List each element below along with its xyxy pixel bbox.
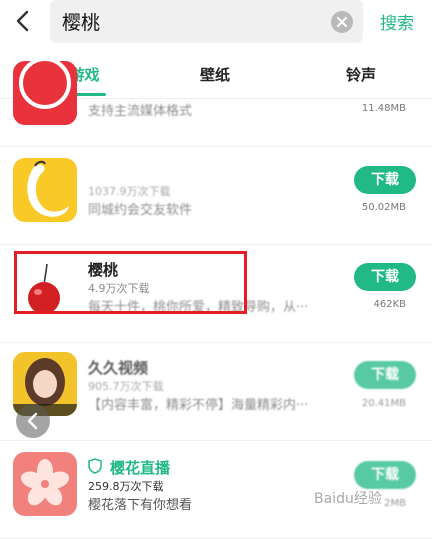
download-button[interactable]: 下载	[354, 263, 416, 291]
app-description: 【内容丰富，精彩不停】海量精彩内···	[88, 398, 309, 413]
app-downloads: 259.8万次下载	[88, 480, 164, 493]
back-arrow-icon[interactable]	[8, 6, 38, 36]
app-icon-media-player	[13, 61, 77, 125]
app-size: 20.41MB	[361, 398, 406, 409]
app-downloads: 1037.9万次下载	[88, 185, 171, 198]
search-button[interactable]: 搜索	[380, 9, 414, 34]
list-item[interactable]: 1037.9万次下载 同城约会交友软件 下载 50.02MB	[0, 146, 432, 245]
app-size: 462KB	[373, 299, 406, 310]
download-button[interactable]: 下载	[354, 461, 416, 489]
download-button[interactable]: 下载	[354, 361, 416, 389]
app-name: 久久视频	[88, 359, 149, 377]
list-item[interactable]: 支持主流媒体格式 11.48MB	[0, 61, 432, 147]
clear-icon[interactable]	[331, 11, 353, 33]
app-icon-banana	[13, 158, 77, 222]
search-input[interactable]: 樱桃	[50, 0, 363, 43]
carousel-left-button[interactable]	[16, 404, 50, 438]
app-downloads: 905.7万次下载	[88, 380, 164, 393]
search-header: 樱桃 搜索	[0, 0, 432, 48]
app-description: 支持主流媒体格式	[88, 104, 193, 119]
shield-icon	[88, 458, 102, 474]
tab-wallpaper[interactable]: 壁纸	[200, 64, 230, 85]
red-highlight-box	[14, 251, 247, 314]
search-query: 樱桃	[62, 12, 101, 34]
app-description: 同城约会交友软件	[88, 203, 193, 218]
download-button[interactable]: 下载	[354, 166, 416, 194]
tab-ringtone[interactable]: 铃声	[346, 64, 376, 85]
app-size: 2MB	[384, 498, 406, 509]
app-description: 樱花落下有你想看	[88, 498, 193, 513]
list-item[interactable]: 久久视频 905.7万次下载 【内容丰富，精彩不停】海量精彩内··· 下载 20…	[0, 342, 432, 441]
chevron-left-icon	[27, 412, 38, 430]
app-size: 50.02MB	[361, 202, 406, 213]
watermark: Baidu经验	[314, 491, 382, 507]
app-icon-sakura-live	[13, 452, 77, 516]
app-name: 樱花直播	[110, 459, 171, 477]
app-size: 11.48MB	[361, 103, 406, 114]
